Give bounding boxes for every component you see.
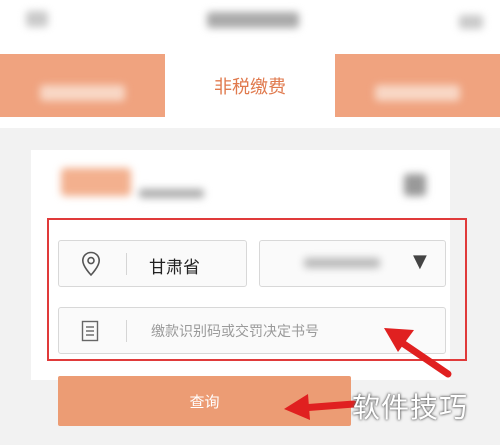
tab-left-label xyxy=(40,85,125,101)
more-icon[interactable] xyxy=(459,15,483,29)
annotation-arrow-icon xyxy=(384,328,452,378)
tab-bar: 非税缴费 xyxy=(0,45,500,128)
watermark: 软件技巧 xyxy=(352,391,469,424)
back-icon[interactable] xyxy=(26,11,48,27)
tab-right-label xyxy=(375,85,460,101)
annotation-arrow-icon xyxy=(284,394,358,420)
card-title xyxy=(61,168,131,196)
card-corner-icon[interactable] xyxy=(404,174,426,196)
page-title xyxy=(207,12,299,28)
tab-left[interactable] xyxy=(0,54,165,117)
top-bar xyxy=(0,0,500,45)
tab-non-tax-payment[interactable]: 非税缴费 xyxy=(170,73,330,99)
tab-right[interactable] xyxy=(335,54,500,117)
card-subtitle xyxy=(139,189,204,198)
